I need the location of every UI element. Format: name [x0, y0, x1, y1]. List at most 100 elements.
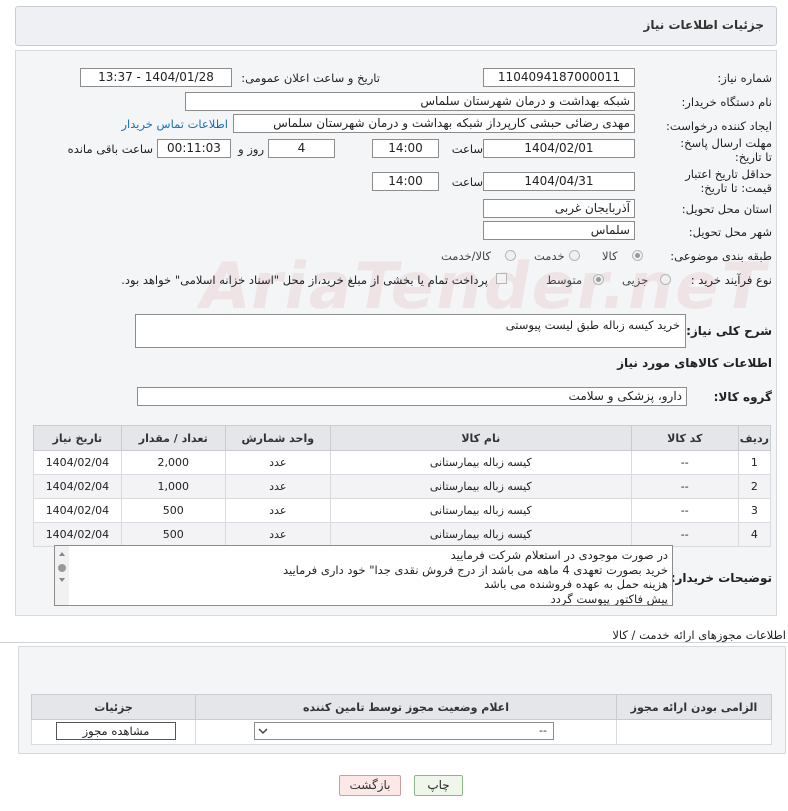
- cell-goods-name: کیسه زباله بیمارستانی: [329, 498, 632, 523]
- permits-table: الزامی بودن ارائه مجوز اعلام وضعیت مجوز …: [31, 694, 772, 745]
- time-remaining-label: ساعت باقی مانده: [67, 142, 153, 156]
- goods-group-field[interactable]: دارو، پزشکی و سلامت: [137, 387, 687, 406]
- cell-goods-code: --: [630, 450, 739, 475]
- description-label: شرح کلی نیاز:: [686, 324, 772, 338]
- buyer-notes-label: توضیحات خریدار:: [670, 571, 772, 585]
- col-need-date: تاریخ نیاز: [33, 425, 122, 451]
- purchase-type-radio-minor[interactable]: [660, 274, 671, 285]
- col-unit: واحد شمارش: [224, 425, 331, 451]
- cell-quantity: 500: [120, 522, 226, 547]
- buyer-note-line: خرید بصورت تعهدی 4 ماهه می باشد از درج ف…: [282, 562, 668, 577]
- send-deadline-label: مهلت ارسال پاسخ: تا تاریخ:: [680, 136, 772, 164]
- col-row-number: ردیف: [737, 425, 772, 451]
- col-quantity: تعداد / مقدار: [120, 425, 226, 451]
- purchase-type-radio-medium[interactable]: [593, 274, 604, 285]
- cell-row-number: 3: [737, 498, 772, 523]
- col-goods-name: نام کالا: [329, 425, 632, 451]
- cell-unit: عدد: [224, 474, 331, 499]
- col-permit-status: اعلام وضعیت مجوز توسط تامین کننده: [195, 694, 617, 720]
- purchase-type-option-medium: متوسط: [546, 273, 583, 287]
- cell-quantity: 1,000: [120, 474, 226, 499]
- cell-goods-code: --: [630, 498, 739, 523]
- category-radio-goods[interactable]: [632, 250, 643, 261]
- scrollbar-arrows-icon: [58, 552, 66, 582]
- buyer-note-line: در صورت موجودی در استعلام شرکت فرمایید: [450, 548, 668, 562]
- cell-goods-name: کیسه زباله بیمارستانی: [329, 474, 632, 499]
- col-goods-code: کد کالا: [630, 425, 739, 451]
- back-button[interactable]: بازگشت: [339, 775, 401, 796]
- category-radio-service[interactable]: [569, 250, 580, 261]
- cell-goods-name: کیسه زباله بیمارستانی: [329, 522, 632, 547]
- buyer-note-line: پیش فاکتور پیوست گردد: [550, 591, 668, 606]
- cell-quantity: 500: [120, 498, 226, 523]
- permits-section-title: اطلاعات مجوزهای ارائه خدمت / کالا: [612, 628, 786, 642]
- category-radio-both[interactable]: [505, 250, 516, 261]
- cell-row-number: 4: [737, 522, 772, 547]
- cell-unit: عدد: [224, 450, 331, 475]
- cell-permit-details: مشاهده مجوز: [31, 719, 196, 745]
- print-button[interactable]: چاپ: [414, 775, 463, 796]
- cell-need-date: 1404/02/04: [33, 522, 122, 547]
- col-permit-details: جزئیات: [31, 694, 196, 720]
- send-deadline-date[interactable]: 1404/02/01: [483, 139, 635, 158]
- category-option-goods: کالا: [602, 249, 618, 263]
- purchase-type-option-minor: جزیی: [622, 273, 649, 287]
- announce-datetime-field[interactable]: 1404/01/28 - 13:37: [80, 68, 232, 87]
- cell-permit-status: --: [195, 719, 617, 745]
- price-validity-time[interactable]: 14:00: [372, 172, 439, 191]
- send-deadline-time[interactable]: 14:00: [372, 139, 439, 158]
- table-row: 1 -- کیسه زباله بیمارستانی عدد 2,000 140…: [33, 450, 772, 475]
- cell-need-date: 1404/02/04: [33, 498, 122, 523]
- table-row: 3 -- کیسه زباله بیمارستانی عدد 500 1404/…: [33, 498, 772, 523]
- province-label: استان محل تحویل:: [681, 202, 772, 216]
- province-field[interactable]: آذربایجان غربی: [483, 199, 635, 218]
- notes-scrollbar[interactable]: [55, 546, 69, 605]
- cell-permit-required: [616, 719, 772, 745]
- goods-group-label: گروه کالا:: [713, 390, 772, 404]
- price-validity-time-label: ساعت: [451, 175, 483, 189]
- cell-need-date: 1404/02/04: [33, 450, 122, 475]
- description-field[interactable]: خرید کیسه زباله طبق لیست پیوستی: [135, 314, 686, 348]
- cell-unit: عدد: [224, 498, 331, 523]
- goods-table: ردیف کد کالا نام کالا واحد شمارش تعداد /…: [33, 425, 772, 547]
- requester-field[interactable]: مهدی رضائی حبشی کارپرداز شبکه بهداشت و د…: [233, 114, 635, 133]
- cell-row-number: 2: [737, 474, 772, 499]
- table-row: -- مشاهده مجوز: [31, 719, 772, 745]
- buyer-org-label: نام دستگاه خریدار:: [681, 95, 772, 109]
- goods-table-header: ردیف کد کالا نام کالا واحد شمارش تعداد /…: [33, 425, 772, 451]
- section-divider: [0, 642, 788, 643]
- cell-goods-code: --: [630, 474, 739, 499]
- view-permit-button[interactable]: مشاهده مجوز: [56, 722, 176, 740]
- table-row: 2 -- کیسه زباله بیمارستانی عدد 1,000 140…: [33, 474, 772, 499]
- category-option-service: خدمت: [534, 249, 565, 263]
- time-remaining-field[interactable]: 00:11:03: [157, 139, 231, 158]
- goods-section-title: اطلاعات کالاهای مورد نیاز: [617, 356, 772, 370]
- cell-row-number: 1: [737, 450, 772, 475]
- send-deadline-time-label: ساعت: [451, 142, 483, 156]
- table-row: 4 -- کیسه زباله بیمارستانی عدد 500 1404/…: [33, 522, 772, 547]
- buyer-note-line: هزینه حمل به عهده فروشنده می باشد: [484, 577, 668, 591]
- days-label: روز و: [238, 142, 264, 156]
- cell-goods-name: کیسه زباله بیمارستانی: [329, 450, 632, 475]
- page-title: جزئیات اطلاعات نیاز: [643, 18, 764, 32]
- cell-unit: عدد: [224, 522, 331, 547]
- days-remaining-field[interactable]: 4: [268, 139, 335, 158]
- col-permit-required: الزامی بودن ارائه مجوز: [616, 694, 772, 720]
- need-number-label: شماره نیاز:: [717, 71, 772, 85]
- buyer-notes-field[interactable]: در صورت موجودی در استعلام شرکت فرمایید خ…: [54, 545, 673, 606]
- permit-status-value: --: [539, 724, 547, 737]
- treasury-bond-note: پرداخت تمام یا بخشی از مبلغ خرید،از محل …: [121, 273, 488, 287]
- city-label: شهر محل تحویل:: [688, 225, 772, 239]
- header-panel: جزئیات اطلاعات نیاز: [15, 6, 777, 46]
- price-validity-label: حداقل تاریخ اعتبار قیمت: تا تاریخ:: [685, 167, 772, 195]
- cell-quantity: 2,000: [120, 450, 226, 475]
- price-validity-date[interactable]: 1404/04/31: [483, 172, 635, 191]
- city-field[interactable]: سلماس: [483, 221, 635, 240]
- buyer-org-field[interactable]: شبکه بهداشت و درمان شهرستان سلماس: [185, 92, 635, 111]
- buyer-contact-link[interactable]: اطلاعات تماس خریدار: [121, 117, 228, 131]
- permit-status-select[interactable]: --: [254, 722, 554, 740]
- treasury-bond-checkbox[interactable]: [496, 273, 507, 284]
- need-number-field[interactable]: 1104094187000011: [483, 68, 635, 87]
- purchase-type-label: نوع فرآیند خرید :: [690, 273, 772, 287]
- cell-need-date: 1404/02/04: [33, 474, 122, 499]
